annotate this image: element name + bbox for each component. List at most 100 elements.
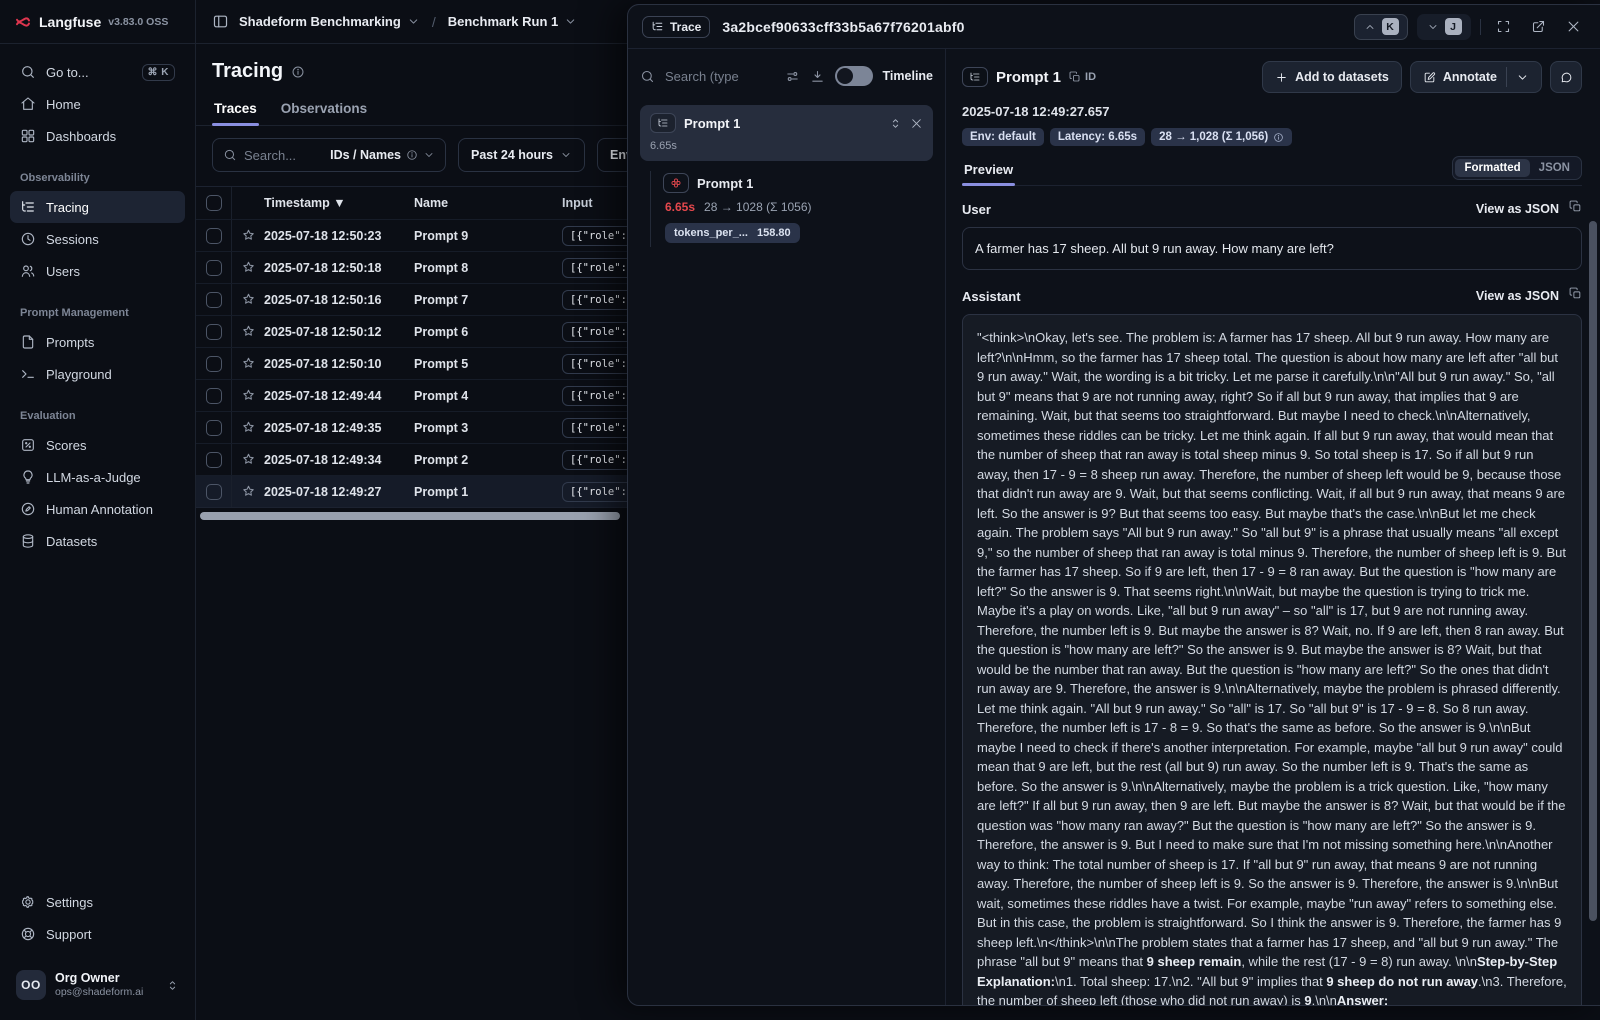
row-checkbox[interactable] [206,388,222,404]
vertical-scrollbar[interactable] [1589,221,1597,921]
trace-id: 3a2bcef90633cff33b5a67f76201abf0 [722,19,964,35]
tab-traces[interactable]: Traces [212,95,259,125]
column-header-timestamp[interactable]: Timestamp ▼ [264,196,414,210]
sidebar-item-playground[interactable]: Playground [10,358,185,390]
tab-preview[interactable]: Preview [962,158,1015,185]
button-divider [1506,67,1507,87]
grid-icon [20,128,36,144]
sidebar-item-datasets[interactable]: Datasets [10,525,185,557]
tree-node-generation[interactable]: Prompt 1 6.65s 28 → 1028 (Σ 1056) tokens… [663,173,933,243]
star-icon[interactable] [241,228,256,243]
gear-icon [20,894,36,910]
search-box[interactable]: IDs / Names [212,138,446,172]
tree-search-input[interactable] [665,69,775,84]
collapse-all-icon[interactable] [910,117,923,130]
list-tree-icon [651,20,664,33]
goto-button[interactable]: Go to... ⌘ K [10,56,185,88]
sidebar-item-label: Scores [46,438,86,453]
edit-icon [1423,71,1436,84]
latency-badge: Latency: 6.65s [1050,128,1145,146]
open-in-new-button[interactable] [1525,14,1551,40]
chevron-down-icon[interactable] [1516,71,1529,84]
select-all-cell [196,187,232,219]
tree-node-name: Prompt 1 [697,176,753,191]
search-input[interactable] [244,148,318,163]
row-checkbox[interactable] [206,356,222,372]
sidebar-item-scores[interactable]: Scores [10,429,185,461]
row-checkbox[interactable] [206,228,222,244]
row-checkbox[interactable] [206,260,222,276]
chevron-up-icon [1364,21,1376,33]
sidebar-item-tracing[interactable]: Tracing [10,191,185,223]
copy-id-button[interactable]: ID [1069,71,1096,83]
star-icon[interactable] [241,260,256,275]
download-icon[interactable] [810,69,825,84]
format-json[interactable]: JSON [1530,159,1579,177]
star-icon[interactable] [241,388,256,403]
next-trace-button[interactable]: J [1417,14,1471,40]
star-icon[interactable] [241,452,256,467]
user-menu[interactable]: OO Org Owner ops@shadeform.ai [10,964,185,1006]
metric-badge[interactable]: tokens_per_... 158.80 [665,223,800,243]
copy-content-button[interactable] [1569,287,1582,305]
page-title: Tracing [212,60,283,83]
sidebar-item-prompts[interactable]: Prompts [10,326,185,358]
row-name: Prompt 2 [414,453,562,467]
users-icon [20,263,36,279]
horizontal-scrollbar[interactable] [200,512,620,520]
star-icon[interactable] [241,484,256,499]
assistant-message-content: "<think>\nOkay, let's see. The problem i… [962,314,1582,1005]
chevrons-up-down-icon[interactable] [889,117,902,130]
token-usage-badge[interactable]: 28 → 1,028 (Σ 1,056) [1151,128,1292,146]
timeline-toggle[interactable] [835,66,873,86]
sidebar-item-label: Users [46,264,80,279]
close-button[interactable] [1560,14,1586,40]
info-icon[interactable] [291,65,305,79]
add-to-datasets-button[interactable]: Add to datasets [1262,61,1402,93]
copy-icon [1569,200,1582,213]
sidebar-item-dashboards[interactable]: Dashboards [10,120,185,152]
expand-button[interactable] [1490,14,1516,40]
env-badge: Env: default [962,128,1044,146]
sidebar-item-users[interactable]: Users [10,255,185,287]
annotate-button[interactable]: Annotate [1410,61,1542,93]
user-message-content: A farmer has 17 sheep. All but 9 run awa… [962,227,1582,270]
view-as-json-button[interactable]: View as JSON [1476,289,1559,303]
org-selector[interactable]: Shadeform Benchmarking [239,14,420,29]
row-checkbox[interactable] [206,484,222,500]
time-range-filter[interactable]: Past 24 hours [458,138,585,172]
comments-button[interactable] [1550,61,1582,93]
sidebar-item-settings[interactable]: Settings [10,886,185,918]
tree-node-trace[interactable]: Prompt 1 6.65s [640,105,933,161]
sidebar-item-sessions[interactable]: Sessions [10,223,185,255]
star-icon[interactable] [241,324,256,339]
format-formatted[interactable]: Formatted [1455,159,1529,177]
sidebar-item-support[interactable]: Support [10,918,185,950]
row-checkbox[interactable] [206,292,222,308]
search-icon [640,69,655,84]
star-icon[interactable] [241,356,256,371]
column-header-name[interactable]: Name [414,196,562,210]
copy-content-button[interactable] [1569,200,1582,218]
metric-name: tokens_per_... [674,227,748,239]
select-all-checkbox[interactable] [206,195,222,211]
sidebar-item-human-annotation[interactable]: Human Annotation [10,493,185,525]
search-mode-selector[interactable]: IDs / Names [330,148,435,162]
row-checkbox[interactable] [206,420,222,436]
star-icon[interactable] [241,292,256,307]
prev-trace-button[interactable]: K [1354,14,1408,40]
tab-observations[interactable]: Observations [279,95,369,125]
view-as-json-button[interactable]: View as JSON [1476,202,1559,216]
star-icon[interactable] [241,420,256,435]
observation-timestamp: 2025-07-18 12:49:27.657 [962,104,1582,119]
sidebar-item-llm-as-a-judge[interactable]: LLM-as-a-Judge [10,461,185,493]
row-checkbox[interactable] [206,324,222,340]
row-name: Prompt 7 [414,293,562,307]
sidebar-item-home[interactable]: Home [10,88,185,120]
sidebar-item-label: LLM-as-a-Judge [46,470,141,485]
project-selector[interactable]: Benchmark Run 1 [448,14,578,29]
row-checkbox[interactable] [206,452,222,468]
panel-left-icon[interactable] [212,13,229,30]
generation-latency: 6.65s [665,200,695,214]
sliders-icon[interactable] [785,69,800,84]
